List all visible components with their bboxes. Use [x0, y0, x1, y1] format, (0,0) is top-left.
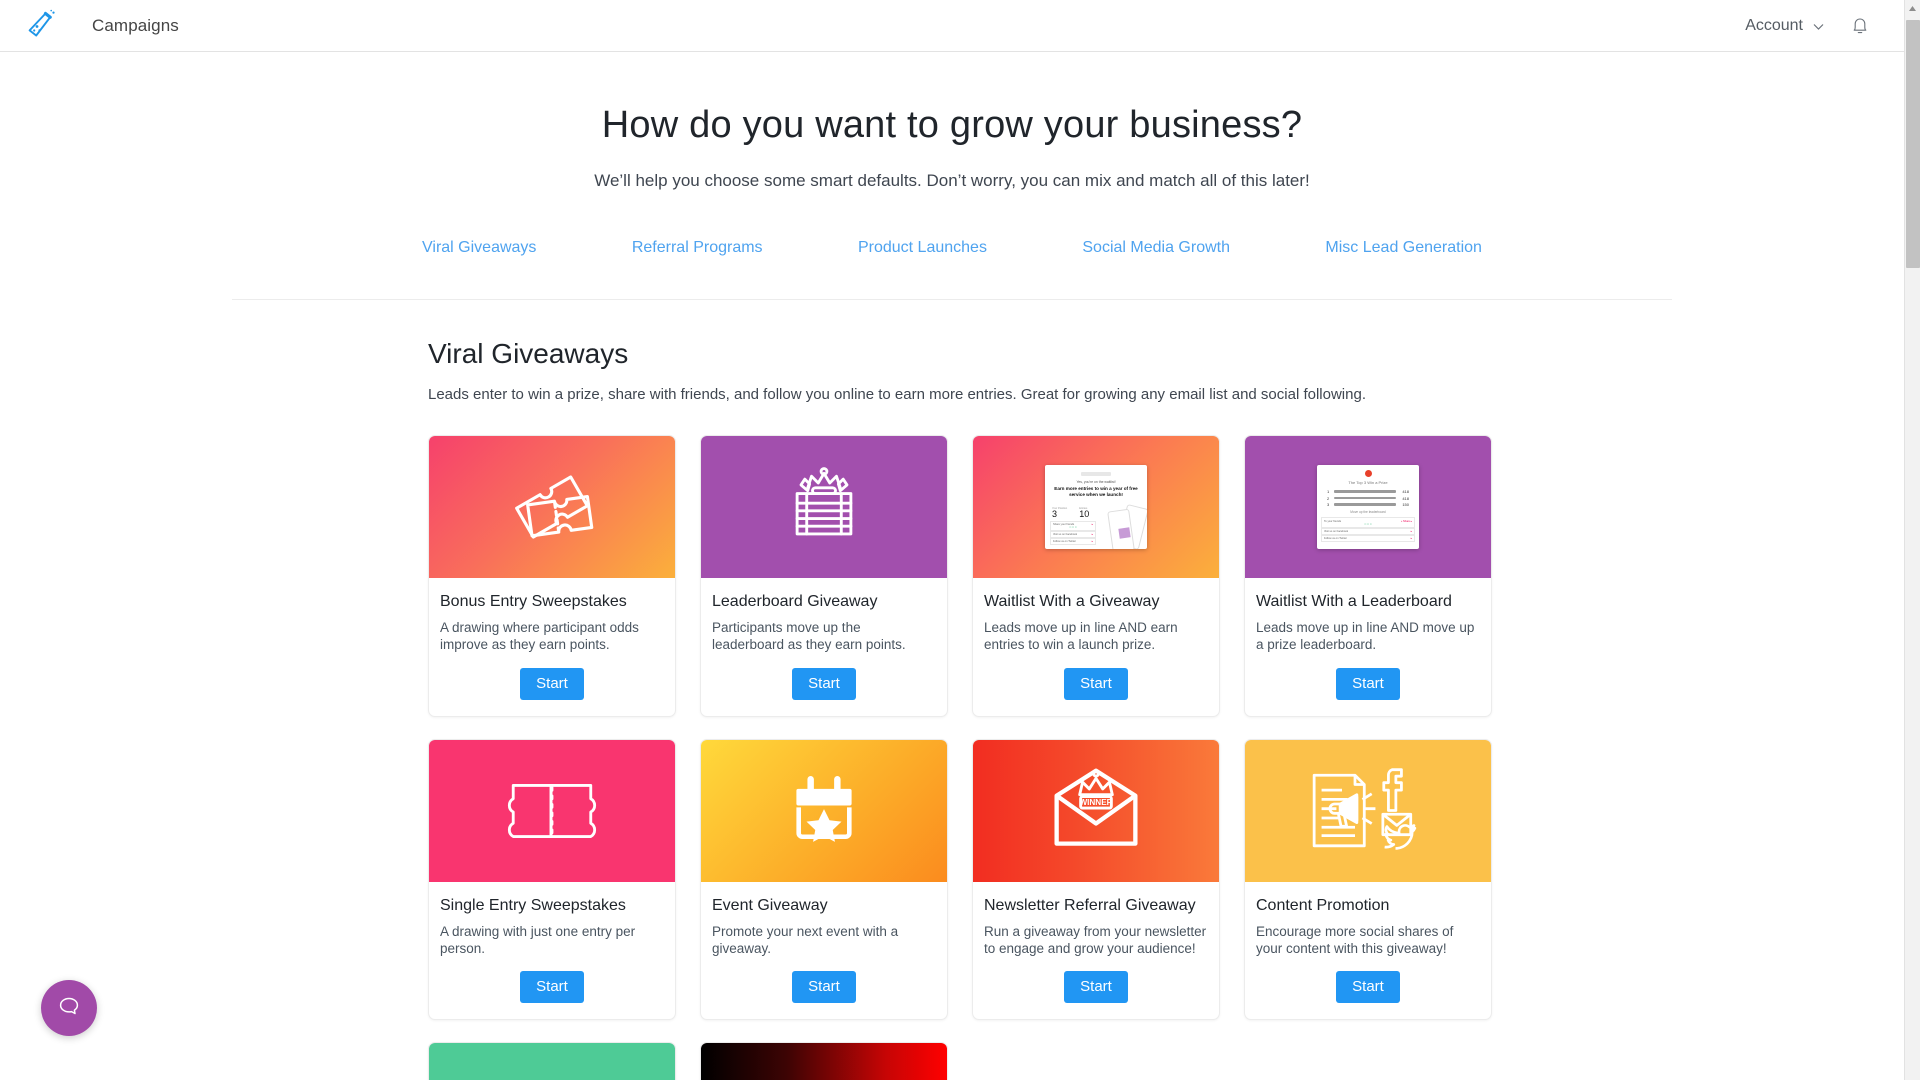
- preview-logo: [1081, 472, 1111, 476]
- document-megaphone-social-icon: [1245, 739, 1491, 882]
- start-button[interactable]: Start: [1064, 667, 1128, 700]
- campaign-card[interactable]: Yes, you’re on the waitlist! Earn more e…: [972, 435, 1220, 717]
- campaign-card-title: Bonus Entry Sweepstakes: [440, 593, 627, 610]
- campaign-card[interactable]: Bonus Entry Sweepstakes A drawing where p…: [428, 435, 676, 717]
- scroll-up-arrow-icon[interactable]: [1905, 0, 1920, 17]
- hero-subheading: We’ll help you choose some smart default…: [594, 171, 1310, 190]
- section-heading: Viral Giveaways: [428, 338, 629, 369]
- campaign-card-grid: Bonus Entry Sweepstakes A drawing where p…: [428, 435, 1492, 1080]
- topbar-right-group: Account: [1745, 15, 1904, 37]
- start-button[interactable]: Start: [792, 971, 856, 1004]
- start-button[interactable]: Start: [792, 667, 856, 700]
- double-ticket-icon: [429, 436, 675, 578]
- campaign-card-body: Leaderboard Giveaway Participants move up…: [701, 578, 947, 716]
- campaign-card[interactable]: Content Promotion Encourage more social s…: [1244, 738, 1492, 1021]
- page-title: Campaigns: [92, 15, 179, 35]
- campaign-card-title: Waitlist With a Leaderboard: [1256, 593, 1452, 610]
- chevron-down-icon: [1812, 20, 1824, 32]
- campaign-card[interactable]: Event Giveaway Promote your next event wi…: [700, 738, 948, 1021]
- calendar-star-icon: [701, 739, 947, 882]
- campaign-card-body: Waitlist With a Giveaway Leads move up in…: [973, 578, 1219, 716]
- account-menu-button[interactable]: Account: [1745, 17, 1824, 35]
- campaign-card-body: Newsletter Referral Giveaway Run a giveaw…: [973, 882, 1219, 1020]
- campaign-card-title: Content Promotion: [1256, 896, 1390, 914]
- notification-bell-icon[interactable]: [1850, 15, 1870, 37]
- campaign-card-description: Run a giveaway from your newsletter to e…: [984, 923, 1207, 957]
- top-navigation-bar: Campaigns Account: [0, 0, 1904, 52]
- flask-logo-icon[interactable]: [22, 5, 64, 47]
- campaign-card-title: Event Giveaway: [712, 896, 828, 914]
- single-ticket-icon: [429, 739, 675, 882]
- campaign-card-description: Encourage more social shares of your con…: [1256, 923, 1454, 957]
- viral-giveaways-section: Viral Giveaways Leads enter to win a pri…: [426, 338, 1492, 1080]
- partial-card-black-red: [701, 1043, 947, 1080]
- start-button[interactable]: Start: [1336, 971, 1400, 1004]
- campaign-card-title: Single Entry Sweepstakes: [440, 896, 626, 914]
- campaign-card-description: Participants move up the leaderboard as …: [712, 620, 906, 653]
- campaign-card-description: A drawing with just one entry per person…: [440, 923, 636, 957]
- campaign-card-partial[interactable]: [428, 1042, 676, 1080]
- tab-viral-giveaways[interactable]: Viral Giveaways: [422, 239, 536, 257]
- tab-misc-lead-generation[interactable]: Misc Lead Generation: [1325, 239, 1482, 257]
- chat-bubble-icon: [56, 993, 82, 1024]
- campaign-card-body: Event Giveaway Promote your next event wi…: [701, 882, 947, 1020]
- campaign-card[interactable]: WINNER Newsletter Referral Giveaway Run a…: [972, 738, 1220, 1021]
- campaign-card-title: Waitlist With a Giveaway: [984, 593, 1160, 610]
- leaderboard-preview-image: The Top 3 Win a Prize 1 418 2 418 3 150 Move …: [1317, 465, 1419, 549]
- waitlist-preview-image: Yes, you’re on the waitlist! Earn more e…: [973, 436, 1219, 578]
- tab-referral-programs[interactable]: Referral Programs: [632, 239, 763, 257]
- account-menu-label: Account: [1745, 16, 1803, 34]
- tab-social-media-growth[interactable]: Social Media Growth: [1082, 239, 1230, 257]
- hero-section: How do you want to grow your business? W…: [0, 52, 1904, 191]
- hero-heading: How do you want to grow your business?: [601, 104, 1303, 146]
- scrollbar-thumb[interactable]: [1906, 20, 1920, 268]
- category-tabs: Viral Giveaways Referral Programs Product …: [372, 239, 1532, 257]
- campaign-card-title: Newsletter Referral Giveaway: [984, 896, 1196, 914]
- campaign-card-description: Leads move up in line AND earn entries t…: [984, 620, 1178, 653]
- campaign-card[interactable]: Single Entry Sweepstakes A drawing with j…: [428, 738, 676, 1021]
- tabs-divider: [232, 299, 1672, 300]
- campaign-card-title: Leaderboard Giveaway: [712, 593, 878, 610]
- leaderboard-preview-image: The Top 3 Win a Prize 1 418 2 418 3 150 Move …: [1245, 436, 1491, 578]
- waitlist-preview-image: Yes, you’re on the waitlist! Earn more e…: [1045, 465, 1147, 549]
- campaign-card-body: Content Promotion Encourage more social s…: [1245, 882, 1491, 1020]
- partial-card-green: [429, 1043, 675, 1080]
- start-button[interactable]: Start: [520, 667, 584, 700]
- campaign-card-body: Bonus Entry Sweepstakes A drawing where p…: [429, 578, 675, 716]
- start-button[interactable]: Start: [520, 971, 584, 1004]
- vertical-scrollbar[interactable]: [1904, 0, 1920, 1080]
- campaign-card[interactable]: Leaderboard Giveaway Participants move up…: [700, 435, 948, 717]
- svg-text:WINNER: WINNER: [1079, 798, 1112, 807]
- campaign-card-description: Leads move up in line AND move up a priz…: [1256, 620, 1475, 653]
- preview-headline: Earn more entries to win a year of free …: [1054, 486, 1138, 497]
- tab-product-launches[interactable]: Product Launches: [858, 239, 987, 257]
- campaign-card-description: Promote your next event with a giveaway.: [712, 923, 899, 957]
- campaign-card-partial[interactable]: [700, 1042, 948, 1080]
- start-button[interactable]: Start: [1064, 971, 1128, 1004]
- help-chat-widget-button[interactable]: [41, 980, 97, 1036]
- campaign-card-body: Single Entry Sweepstakes A drawing with j…: [429, 882, 675, 1020]
- crown-leaderboard-icon: [701, 436, 947, 578]
- campaign-card-description: A drawing where participant odds improve…: [440, 620, 639, 653]
- campaign-card-body: Waitlist With a Leaderboard Leads move up…: [1245, 578, 1491, 716]
- section-description: Leads enter to win a prize, share with f…: [428, 386, 1366, 403]
- envelope-winner-crown-icon: WINNER: [973, 739, 1219, 882]
- page-content: How do you want to grow your business? W…: [0, 52, 1904, 1080]
- campaign-card[interactable]: The Top 3 Win a Prize 1 418 2 418 3 150 Move …: [1244, 435, 1492, 717]
- start-button[interactable]: Start: [1336, 667, 1400, 700]
- preview-subline: Yes, you’re on the waitlist!: [1076, 480, 1116, 484]
